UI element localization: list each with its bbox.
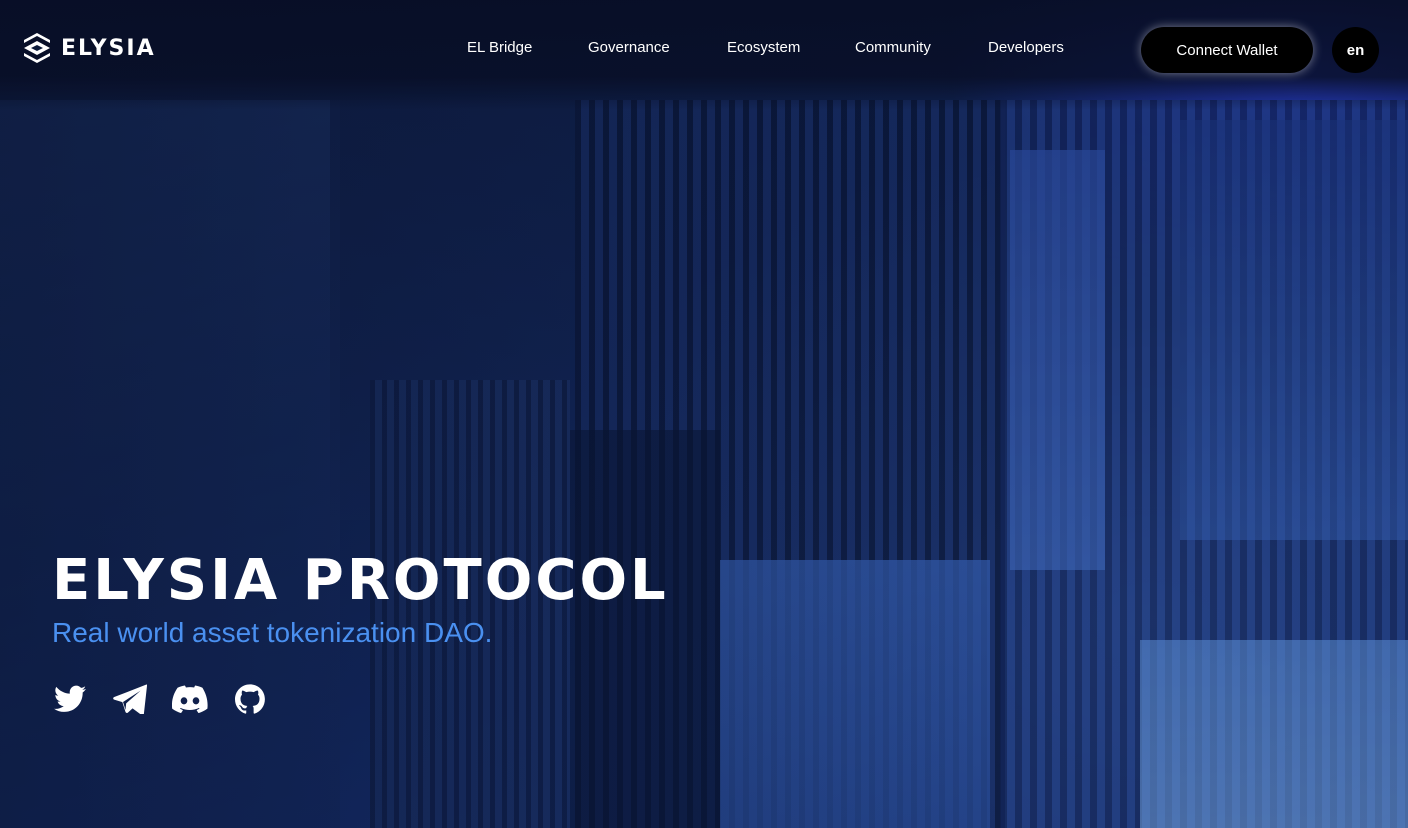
- nav-item-el-bridge[interactable]: EL Bridge: [467, 39, 532, 56]
- brand-name: ELYSIA: [61, 35, 156, 61]
- nav-item-community[interactable]: Community: [855, 39, 931, 56]
- site-header: ELYSIA EL Bridge Governance Ecosystem Co…: [0, 0, 1408, 100]
- github-icon: [235, 684, 265, 714]
- page-subtitle: Real world asset tokenization DAO.: [52, 617, 493, 648]
- elysia-logo-icon: [24, 33, 50, 63]
- nav-item-ecosystem[interactable]: Ecosystem: [727, 39, 800, 56]
- github-link[interactable]: [232, 682, 268, 716]
- nav-item-developers[interactable]: Developers: [988, 39, 1064, 56]
- discord-link[interactable]: [172, 682, 208, 716]
- discord-icon: [172, 685, 208, 713]
- twitter-icon: [54, 685, 86, 712]
- connect-wallet-button[interactable]: Connect Wallet: [1141, 27, 1313, 73]
- hero-section: ELYSIA EL Bridge Governance Ecosystem Co…: [0, 0, 1408, 828]
- brand-logo[interactable]: ELYSIA: [23, 32, 156, 64]
- nav-item-governance[interactable]: Governance: [588, 39, 670, 56]
- twitter-link[interactable]: [52, 682, 88, 716]
- background-overlay: [0, 0, 1408, 828]
- telegram-link[interactable]: [112, 682, 148, 716]
- page-title: ELYSIA PROTOCOL: [52, 548, 669, 613]
- language-selector[interactable]: en: [1332, 27, 1379, 73]
- telegram-icon: [113, 684, 147, 714]
